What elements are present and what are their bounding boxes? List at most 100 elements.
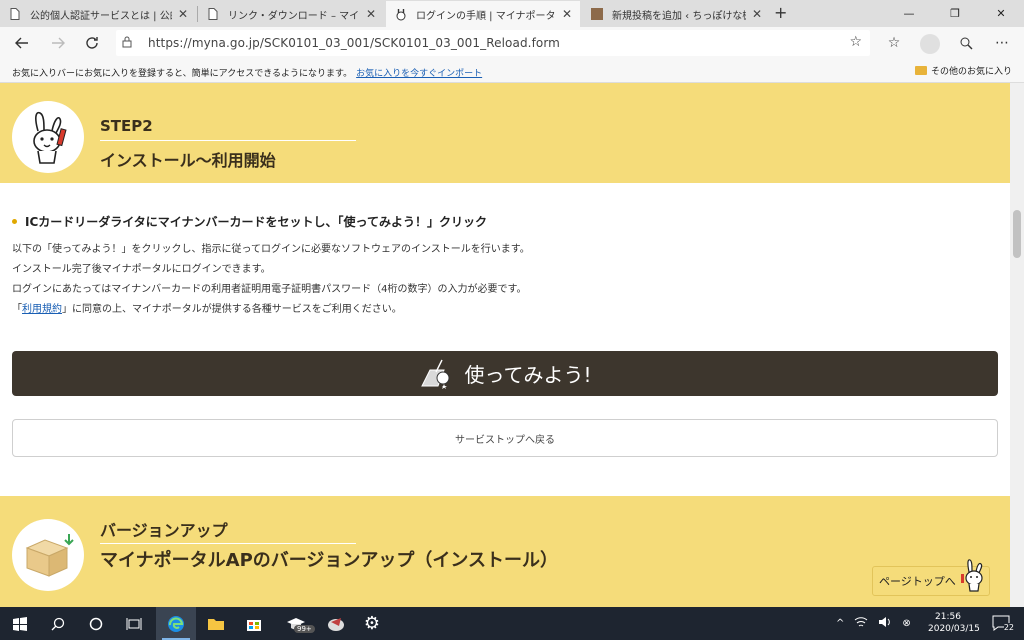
use-button-label: 使ってみよう! — [464, 363, 592, 387]
windows-taskbar: 99+ ⚙ ^ ⊗ 21:56 2020/03/15 22 — [0, 607, 1024, 640]
new-tab-button[interactable]: + — [774, 3, 787, 22]
import-favorites-link[interactable]: お気に入りを今すぐインポート — [356, 69, 482, 79]
version-up-header: バージョンアップ マイナポータルAPのバージョンアップ（インストール） — [0, 496, 1010, 607]
restore-button[interactable]: ❐ — [932, 0, 978, 27]
step2-divider — [100, 140, 356, 141]
version-up-label: バージョンアップ — [100, 521, 228, 540]
page-top-button[interactable]: ページトップへ — [872, 559, 990, 596]
store-icon — [247, 619, 261, 631]
file-explorer-button[interactable] — [196, 607, 236, 640]
notification-count: 22 — [1003, 623, 1014, 632]
tab-title: 新規投稿を追加 ‹ ちっぽけな機械の… — [612, 10, 746, 22]
bullet-icon — [12, 219, 17, 224]
close-tab-icon[interactable]: ✕ — [178, 7, 188, 21]
status-error-icon[interactable]: ⊗ — [902, 618, 910, 629]
network-icon[interactable] — [854, 616, 868, 631]
close-tab-icon[interactable]: ✕ — [366, 7, 376, 21]
browser-tab-1[interactable]: 公的個人認証サービスとは | 公的個… ✕ — [0, 1, 196, 27]
browser-tab-3-active[interactable]: ログインの手順 | マイナポータル ✕ — [386, 1, 580, 27]
favorites-list-icon[interactable]: ☆ — [882, 31, 906, 55]
document-icon — [8, 7, 22, 21]
lock-icon — [122, 36, 136, 51]
mascot-mini-icon — [961, 558, 987, 595]
tab-title: ログインの手順 | マイナポータル — [416, 10, 556, 22]
version-up-divider — [100, 543, 356, 544]
edge-icon — [168, 615, 184, 632]
instruction-heading: ICカードリーダライタにマイナンバーカードをセットし、「使ってみよう！」クリック — [12, 213, 487, 230]
back-button[interactable] — [10, 31, 34, 55]
page-top-label: ページトップへ — [879, 575, 956, 588]
clock-time: 21:56 — [935, 612, 961, 622]
folder-icon — [208, 618, 224, 630]
step2-label: STEP2 — [100, 117, 153, 135]
task-view-icon — [126, 617, 142, 630]
app-taskbar-button[interactable] — [316, 607, 356, 640]
start-button[interactable] — [0, 607, 40, 640]
instruction-line-1: 以下の「使ってみよう！」をクリックし、指示に従ってログインに必要なソフトウェアの… — [12, 244, 530, 255]
instruction-line-2: インストール完了後マイナポータルにログインできます。 — [12, 264, 271, 275]
clock-date: 2020/03/15 — [928, 624, 980, 634]
settings-button[interactable]: ⚙ — [352, 607, 392, 640]
browser-tab-4[interactable]: 新規投稿を追加 ‹ ちっぽけな機械の… ✕ — [582, 1, 770, 27]
back-button-label: サービストップへ戻る — [455, 434, 555, 446]
card-reader-mascot-icon — [418, 356, 454, 392]
profile-avatar[interactable] — [918, 31, 942, 55]
edge-taskbar-button[interactable] — [156, 607, 196, 640]
cortana-button[interactable] — [76, 607, 116, 640]
store-button[interactable] — [234, 607, 274, 640]
forward-arrow-icon — [52, 37, 65, 49]
favorites-bar-text: お気に入りバーにお気に入りを登録すると、簡単にアクセスできるようになります。 — [12, 69, 353, 79]
page-scrollbar[interactable] — [1010, 83, 1024, 607]
action-center-button[interactable]: 22 — [990, 614, 1014, 632]
url-text: https://myna.go.jp/SCK0101_03_001/SCK010… — [148, 36, 560, 50]
search-button[interactable] — [38, 607, 78, 640]
tab-title: 公的個人認証サービスとは | 公的個… — [30, 10, 172, 22]
instruction-line-4: 「利用規約」に同意の上、マイナポータルが提供する各種サービスをご利用ください。 — [12, 300, 530, 320]
system-clock[interactable]: 21:56 2020/03/15 — [928, 611, 980, 635]
forward-button[interactable] — [46, 31, 70, 55]
version-up-title: マイナポータルAPのバージョンアップ（インストール） — [100, 550, 559, 571]
more-options-icon[interactable]: ⋯ — [990, 31, 1014, 55]
step2-mascot-circle — [12, 101, 84, 173]
instruction-text: 以下の「使ってみよう！」をクリックし、指示に従ってログインに必要なソフトウェアの… — [12, 240, 530, 320]
terms-of-use-link[interactable]: 利用規約 — [22, 304, 62, 315]
gear-icon: ⚙ — [363, 613, 381, 634]
favorites-bar-message: お気に入りバーにお気に入りを登録すると、簡単にアクセスできるようになります。 お気… — [12, 66, 482, 79]
volume-icon[interactable] — [878, 616, 892, 631]
browser-tab-2[interactable]: リンク・ダウンロード – マイナンバーカード… ✕ — [198, 1, 384, 27]
close-window-button[interactable]: ✕ — [978, 0, 1024, 27]
close-tab-icon[interactable]: ✕ — [752, 7, 762, 21]
step2-title: インストール～利用開始 — [100, 151, 276, 170]
mail-app-button[interactable]: 99+ — [276, 607, 316, 640]
tab-strip: 公的個人認証サービスとは | 公的個… ✕ リンク・ダウンロード – マイナンバ… — [0, 0, 1024, 27]
package-box-icon — [25, 534, 74, 577]
scrollbar-thumb[interactable] — [1013, 210, 1021, 258]
windows-logo-icon — [13, 616, 27, 631]
favorite-star-icon[interactable]: ☆ — [849, 34, 862, 50]
refresh-button[interactable] — [80, 31, 104, 55]
instruction-heading-text: ICカードリーダライタにマイナンバーカードをセットし、「使ってみよう！」クリック — [25, 215, 487, 229]
address-toolbar: https://myna.go.jp/SCK0101_03_001/SCK010… — [0, 27, 1024, 59]
back-to-service-top-button[interactable]: サービストップへ戻る — [12, 419, 998, 457]
task-view-button[interactable] — [114, 607, 154, 640]
refresh-icon — [86, 37, 98, 49]
search-icon — [51, 617, 65, 630]
instruction-line-3: ログインにあたってはマイナンバーカードの利用者証明用電子証明書パスワード（4桁の… — [12, 284, 527, 295]
address-bar[interactable]: https://myna.go.jp/SCK0101_03_001/SCK010… — [116, 30, 870, 56]
use-mynaportal-button[interactable]: 使ってみよう! — [12, 351, 998, 396]
other-favorites-label: その他のお気に入り — [930, 67, 1012, 77]
minimize-button[interactable]: — — [886, 0, 932, 27]
other-favorites[interactable]: その他のお気に入り — [914, 64, 1012, 77]
cortana-icon — [89, 617, 103, 630]
system-tray: ^ ⊗ — [836, 607, 911, 640]
mynaportal-mascot-icon — [33, 111, 67, 164]
close-tab-icon[interactable]: ✕ — [562, 7, 572, 21]
step2-header: STEP2 インストール～利用開始 — [0, 83, 1010, 183]
document-icon — [206, 7, 220, 21]
wordpress-icon — [590, 7, 604, 21]
app-icon — [328, 617, 344, 631]
show-hidden-icons[interactable]: ^ — [836, 618, 844, 629]
share-icon[interactable] — [954, 31, 978, 55]
back-arrow-icon — [15, 37, 28, 49]
version-up-icon-circle — [12, 519, 84, 591]
